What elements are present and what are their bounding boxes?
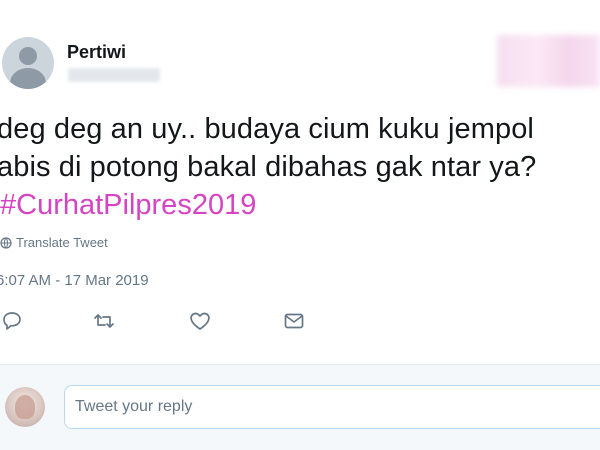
avatar-head-shape <box>19 47 37 65</box>
tweet-text: deg deg an uy.. budaya cium kuku jempol … <box>0 113 537 183</box>
retweet-icon <box>94 314 114 328</box>
follow-button-redacted <box>497 35 600 87</box>
globe-icon <box>0 236 12 249</box>
tweet-actions <box>0 309 600 335</box>
translate-tweet-link[interactable]: Translate Tweet <box>0 235 108 250</box>
author-name[interactable]: Pertiwi <box>67 42 126 63</box>
direct-message-button[interactable] <box>282 309 306 333</box>
reply-icon <box>3 312 21 330</box>
tweet-timestamp[interactable]: 6:07 AM - 17 Mar 2019 <box>0 272 149 289</box>
like-button[interactable] <box>188 309 212 333</box>
current-user-avatar[interactable] <box>5 387 45 427</box>
direct-message-icon <box>284 313 304 329</box>
reply-input[interactable] <box>64 385 600 429</box>
reply-composer <box>0 365 600 450</box>
translate-label: Translate Tweet <box>16 235 108 250</box>
author-handle-redacted <box>68 68 160 82</box>
tweet: Pertiwi deg deg an uy.. budaya cium kuku… <box>0 0 600 364</box>
retweet-button[interactable] <box>92 309 116 333</box>
avatar-photo <box>15 395 35 419</box>
like-icon <box>190 312 210 330</box>
reply-button[interactable] <box>0 309 24 333</box>
author-avatar[interactable] <box>2 37 54 89</box>
hashtag-link[interactable]: #CurhatPilpres2019 <box>0 186 256 224</box>
avatar-body-shape <box>10 68 46 89</box>
